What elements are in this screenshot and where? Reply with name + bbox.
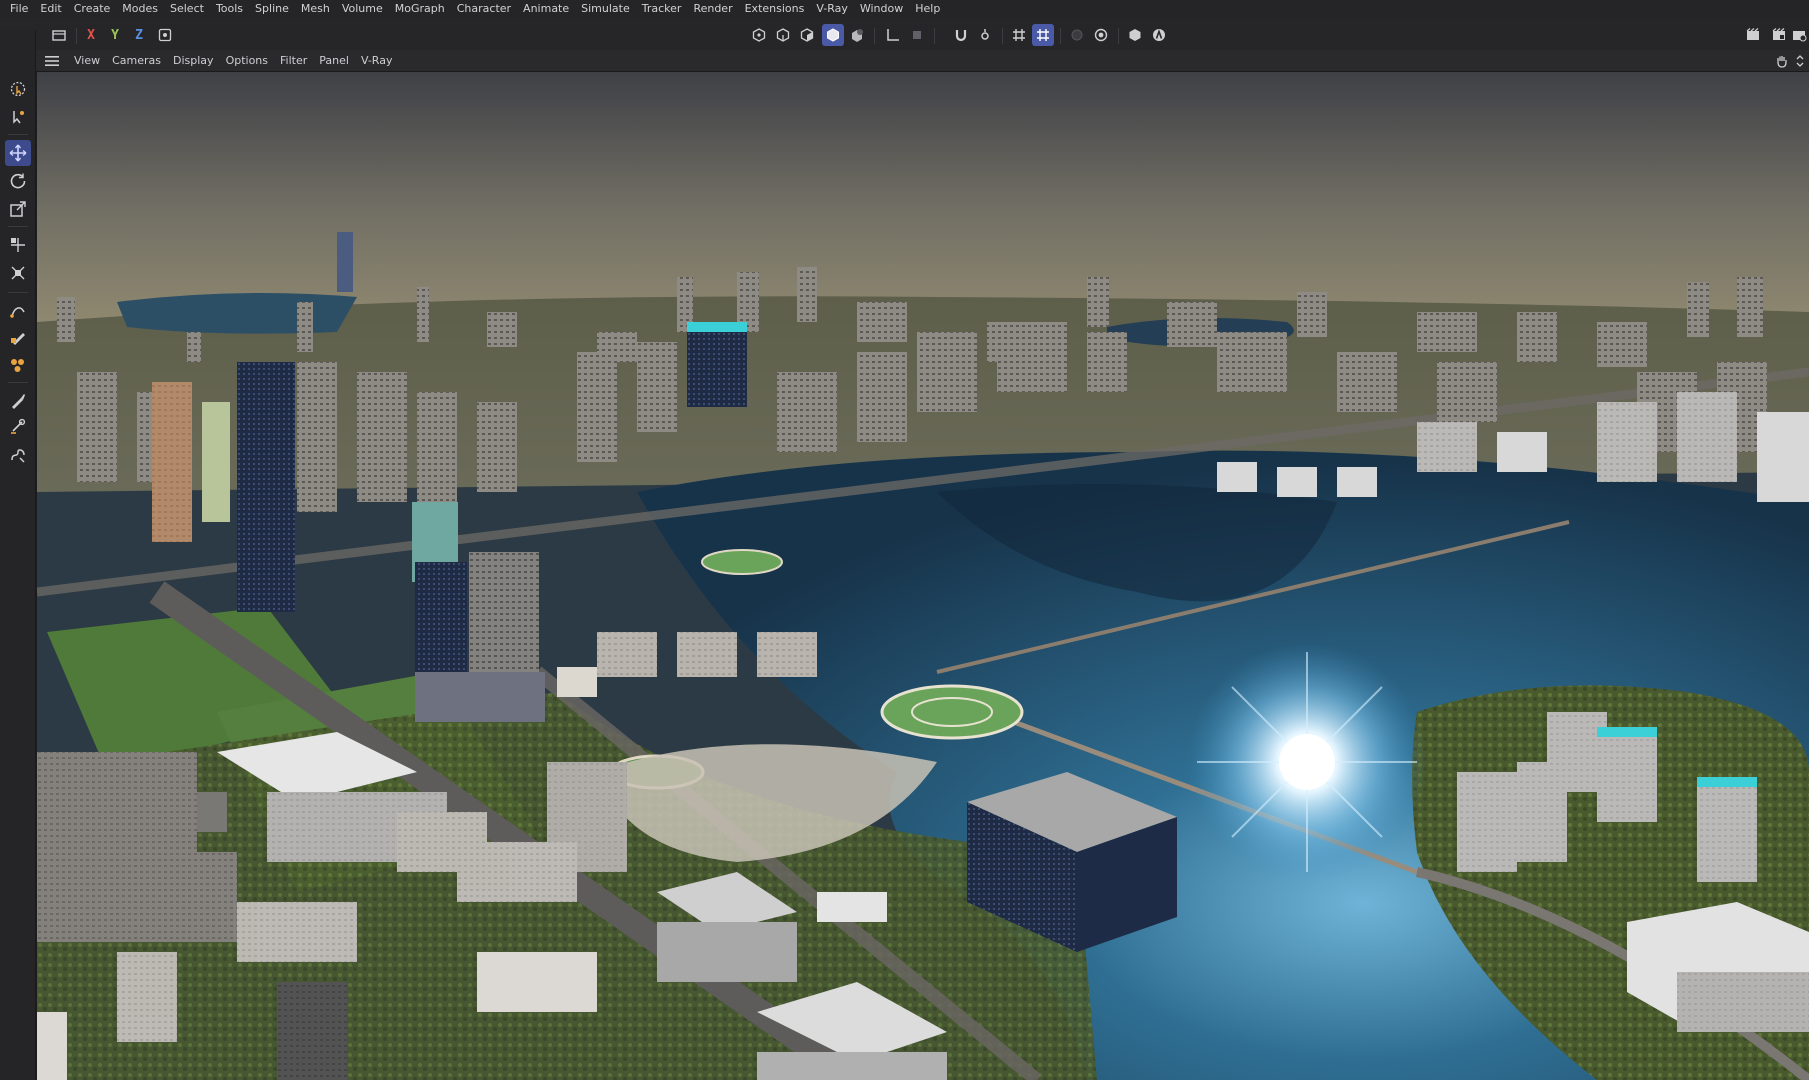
edges-mode-icon[interactable] — [772, 24, 794, 46]
menu-create[interactable]: Create — [68, 0, 117, 18]
viewport-menu-display[interactable]: Display — [167, 50, 220, 72]
hamburger-icon[interactable] — [42, 53, 62, 69]
menu-mograph[interactable]: MoGraph — [389, 0, 451, 18]
menu-spline[interactable]: Spline — [249, 0, 295, 18]
coordinate-system-icon[interactable] — [154, 24, 176, 46]
city-scene-render — [37, 72, 1809, 1080]
axis-mode-icon[interactable] — [882, 24, 904, 46]
vray-object-icon[interactable] — [1124, 24, 1146, 46]
points-mode-icon[interactable] — [748, 24, 770, 46]
snap-scale-icon[interactable] — [5, 260, 31, 286]
quantize-icon[interactable] — [1032, 24, 1054, 46]
viewport-menu-bar: View Cameras Display Options Filter Pane… — [36, 50, 1809, 72]
menu-mesh[interactable]: Mesh — [295, 0, 336, 18]
snap-settings-icon[interactable] — [974, 24, 996, 46]
snap-magnet-icon[interactable] — [950, 24, 972, 46]
menu-simulate[interactable]: Simulate — [575, 0, 636, 18]
polygons-mode-icon[interactable] — [796, 24, 818, 46]
sketch-icon[interactable] — [5, 324, 31, 350]
menu-render[interactable]: Render — [687, 0, 738, 18]
menu-select[interactable]: Select — [164, 0, 210, 18]
y-axis-lock-button[interactable]: Y — [104, 24, 126, 46]
render-region-icon[interactable] — [1090, 24, 1112, 46]
menu-tracker[interactable]: Tracker — [636, 0, 688, 18]
menu-edit[interactable]: Edit — [34, 0, 67, 18]
3d-viewport[interactable] — [37, 72, 1809, 1080]
viewport-menu-options[interactable]: Options — [220, 50, 274, 72]
menu-animate[interactable]: Animate — [517, 0, 575, 18]
menu-window[interactable]: Window — [854, 0, 909, 18]
rotate-icon[interactable] — [5, 168, 31, 194]
workplane-icon[interactable] — [906, 24, 928, 46]
model-mode-icon[interactable] — [822, 24, 844, 46]
live-selection-icon[interactable] — [5, 76, 31, 102]
brush-icon[interactable] — [5, 388, 31, 414]
grid-snap-icon[interactable] — [1008, 24, 1030, 46]
scale-icon[interactable] — [5, 196, 31, 222]
render-settings-icon[interactable] — [1790, 24, 1808, 46]
magnet-icon[interactable] — [5, 414, 31, 440]
render-view-icon[interactable] — [1742, 24, 1764, 46]
uv-mode-icon[interactable] — [846, 24, 868, 46]
pen-icon[interactable] — [5, 298, 31, 324]
z-axis-lock-button[interactable]: Z — [128, 24, 150, 46]
menu-volume[interactable]: Volume — [336, 0, 389, 18]
viewport-menu-vray[interactable]: V-Ray — [355, 50, 399, 72]
viewport-menu-filter[interactable]: Filter — [274, 50, 313, 72]
autodesk-a-icon[interactable] — [1148, 24, 1170, 46]
menu-modes[interactable]: Modes — [116, 0, 164, 18]
spline-icon[interactable] — [5, 442, 31, 468]
x-axis-lock-button[interactable]: X — [80, 24, 102, 46]
menu-vray[interactable]: V-Ray — [810, 0, 854, 18]
knife-icon[interactable] — [5, 352, 31, 378]
menu-extensions[interactable]: Extensions — [739, 0, 811, 18]
menu-character[interactable]: Character — [451, 0, 517, 18]
interactive-render-icon[interactable] — [1066, 24, 1088, 46]
menu-tools[interactable]: Tools — [210, 0, 249, 18]
tweak-icon[interactable] — [5, 104, 31, 130]
viewport-menu-cameras[interactable]: Cameras — [106, 50, 167, 72]
pan-hand-icon[interactable] — [1775, 53, 1789, 72]
transfer-icon[interactable] — [5, 232, 31, 258]
viewport-menu-view[interactable]: View — [68, 50, 106, 72]
menu-help[interactable]: Help — [909, 0, 946, 18]
viewport-expand-icon[interactable] — [1795, 53, 1805, 72]
render-to-picture-viewer-icon[interactable] — [1768, 24, 1790, 46]
main-menu-bar: File Edit Create Modes Select Tools Spli… — [0, 0, 1809, 18]
viewport-menu-panel[interactable]: Panel — [313, 50, 355, 72]
move-icon[interactable] — [5, 140, 31, 166]
undo-view-icon[interactable] — [48, 24, 70, 46]
left-tool-palette — [0, 30, 36, 1080]
menu-file[interactable]: File — [4, 0, 34, 18]
